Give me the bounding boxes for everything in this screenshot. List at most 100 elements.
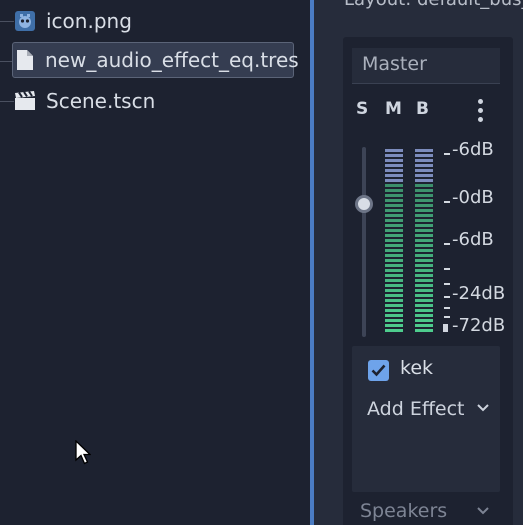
meter-segment [415,199,433,202]
layout-label: Layout: default_bus_layout.tres [344,0,523,10]
meter-segment [385,184,403,187]
meter-segment [385,284,403,287]
file-icon [15,49,35,71]
meter-segment [415,159,433,162]
meter-segment [385,264,403,267]
meter-segment [415,319,433,322]
mute-button[interactable]: M [385,99,402,119]
meter-segment [385,149,403,152]
meter-segment [415,244,433,247]
meter-segment [415,194,433,197]
meter-segment [415,259,433,262]
checkmark-icon [371,364,386,377]
file-name: Scene.tscn [46,89,156,113]
file-name: icon.png [46,9,132,33]
meter-segment [415,154,433,157]
bus-options-icon[interactable] [478,99,484,126]
file-item-new-audio-effect-eq[interactable]: new_audio_effect_eq.tres [12,42,299,78]
bypass-button[interactable]: B [416,99,429,119]
meter-segment [415,214,433,217]
volume-slider-handle[interactable] [355,195,373,213]
meter-segment [415,164,433,167]
meter-segment [415,254,433,257]
meter-segment [415,229,433,232]
meter-segment [385,224,403,227]
meter-segment [385,159,403,162]
meter-segment [415,209,433,212]
peak-indicator [443,324,448,332]
add-effect-dropdown[interactable]: Add Effect [367,398,465,420]
db-tick [444,268,450,270]
meter-segment [385,154,403,157]
bus-name-field[interactable]: Master [352,48,500,84]
db-label: -0dB [452,187,494,208]
meter-segment [415,279,433,282]
meter-segment [415,274,433,277]
meter-segment [415,219,433,222]
clapperboard-icon [14,90,36,112]
db-tick [444,316,450,318]
meter-segment [385,324,403,327]
meter-segment [385,189,403,192]
meter-segment [415,239,433,242]
meter-segment [415,149,433,152]
meter-segment [385,294,403,297]
meter-segment [415,299,433,302]
meter-segment [385,304,403,307]
meter-segment [385,229,403,232]
db-tick [444,307,450,309]
meter-segment [385,164,403,167]
meter-segment [415,179,433,182]
meter-segment [415,309,433,312]
chevron-down-icon [477,404,489,412]
meter-segment [385,274,403,277]
audio-bus-master: Master S M B -6dB -0dB -6dB -24dB -72dB [343,37,513,525]
meter-segment [385,254,403,257]
effect-enable-checkbox[interactable] [368,360,389,381]
meter-segment [385,239,403,242]
meter-segment [385,204,403,207]
db-label: -24dB [452,283,506,304]
volume-slider-track[interactable] [362,147,366,337]
meter-segment [385,179,403,182]
meter-segment [385,234,403,237]
meter-segment [385,289,403,292]
meter-segment [415,284,433,287]
meter-segment [385,214,403,217]
db-tick [444,243,450,245]
meter-segment [415,294,433,297]
bus-name: Master [362,53,427,75]
next-bus-name[interactable]: Speakers [360,500,447,522]
meter-segment [385,244,403,247]
meter-segment [415,269,433,272]
meter-segment [415,314,433,317]
meter-segment [415,324,433,327]
effect-name[interactable]: kek [400,357,433,379]
meter-segment [385,219,403,222]
file-name: new_audio_effect_eq.tres [45,48,299,72]
audio-bus-panel: Layout: default_bus_layout.tres Master S… [314,0,523,525]
mouse-cursor-icon [75,439,92,470]
meter-segment [385,319,403,322]
file-system-panel: icon.png new_audio_effect_eq.tres Scene.… [0,0,308,525]
meter-segment [385,299,403,302]
db-tick [444,296,450,298]
file-item-icon-png[interactable]: icon.png [12,3,294,39]
meter-segment [415,304,433,307]
level-meter-left [385,149,403,335]
solo-button[interactable]: S [356,99,368,119]
meter-segment [415,204,433,207]
effects-list: kek Add Effect [352,346,500,492]
meter-segment [385,309,403,312]
level-meter-right [415,149,433,335]
meter-segment [385,174,403,177]
file-item-scene-tscn[interactable]: Scene.tscn [12,83,294,119]
meter-segment [415,234,433,237]
meter-segment [385,329,403,332]
chevron-down-icon [477,507,489,515]
meter-segment [385,259,403,262]
meter-segment [385,249,403,252]
meter-segment [415,264,433,267]
meter-segment [385,194,403,197]
db-tick [444,283,450,285]
